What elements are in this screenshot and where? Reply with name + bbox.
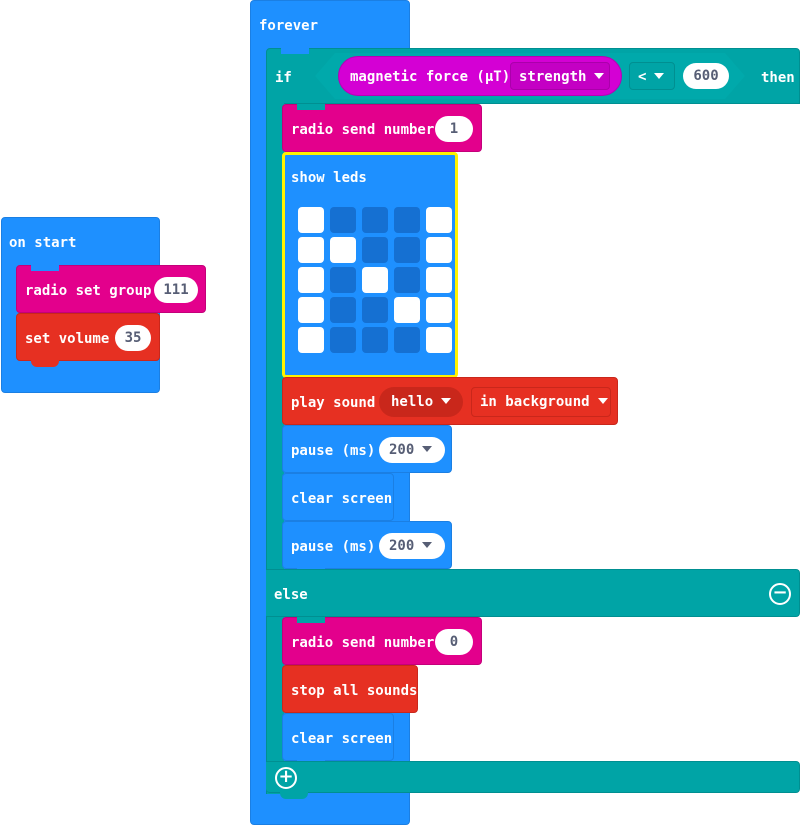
play-sound-label: play sound [291, 395, 376, 411]
chevron-down-icon [597, 398, 608, 404]
radio-group-value[interactable]: 111 [154, 277, 198, 303]
led-cell[interactable] [362, 267, 388, 293]
sound-dropdown[interactable]: hello [379, 387, 463, 417]
led-cell[interactable] [298, 267, 324, 293]
led-cell[interactable] [426, 327, 452, 353]
led-cell[interactable] [426, 267, 452, 293]
magnetic-force-label: magnetic force (µT) [350, 69, 511, 85]
if-bottom-bar[interactable]: + [266, 761, 800, 799]
operator-value: < [638, 69, 647, 85]
chevron-down-icon [441, 398, 452, 404]
radio-send-label: radio send number [291, 122, 435, 138]
radio-set-group-block[interactable]: radio set group 111 [16, 265, 206, 313]
if-label: if [275, 70, 292, 86]
led-cell[interactable] [298, 327, 324, 353]
radio-send-number-block[interactable]: radio send number 1 [282, 104, 482, 152]
then-label: then [761, 70, 795, 86]
led-grid[interactable] [298, 207, 454, 355]
led-cell[interactable] [330, 207, 356, 233]
volume-value[interactable]: 35 [115, 325, 151, 351]
clear-screen-label: clear screen [291, 491, 393, 507]
chevron-down-icon [422, 446, 433, 452]
led-cell[interactable] [362, 237, 388, 263]
led-cell[interactable] [362, 327, 388, 353]
magnetic-force-block[interactable]: magnetic force (µT) strength [338, 56, 622, 96]
forever-label: forever [259, 18, 319, 34]
led-cell[interactable] [330, 327, 356, 353]
show-leds-label: show leds [291, 170, 367, 186]
on-start-label: on start [9, 235, 77, 251]
led-cell[interactable] [426, 237, 452, 263]
radio-send-value[interactable]: 1 [435, 116, 473, 142]
show-leds-block[interactable]: show leds [282, 152, 458, 378]
led-cell[interactable] [394, 237, 420, 263]
else-bar[interactable]: else − [266, 569, 800, 617]
led-cell[interactable] [362, 297, 388, 323]
clear-screen-label-else: clear screen [291, 731, 393, 747]
led-cell[interactable] [394, 327, 420, 353]
led-cell[interactable] [426, 297, 452, 323]
play-mode-dropdown[interactable]: in background [471, 387, 611, 417]
pause-value-text-1: 200 [389, 442, 415, 458]
pause-block-2[interactable]: pause (ms) 200 [282, 521, 452, 575]
pause-value-2[interactable]: 200 [379, 533, 445, 559]
chevron-down-icon [422, 542, 433, 548]
led-cell[interactable] [298, 297, 324, 323]
add-else-if-icon[interactable]: + [275, 767, 297, 789]
radio-set-group-label: radio set group [25, 283, 152, 299]
set-volume-block[interactable]: set volume 35 [16, 313, 160, 367]
led-cell[interactable] [426, 207, 452, 233]
led-cell[interactable] [330, 237, 356, 263]
stop-sounds-label: stop all sounds [291, 683, 418, 699]
pause-block-1[interactable]: pause (ms) 200 [282, 425, 452, 473]
else-label: else [274, 587, 308, 603]
radio-send-label-else: radio send number [291, 635, 435, 651]
pause-value-text-2: 200 [389, 538, 415, 554]
axis-dropdown[interactable]: strength [510, 62, 610, 90]
led-cell[interactable] [394, 297, 420, 323]
sound-dropdown-value: hello [391, 394, 434, 410]
led-cell[interactable] [330, 267, 356, 293]
led-cell[interactable] [330, 297, 356, 323]
led-cell[interactable] [298, 237, 324, 263]
pause-label-2: pause (ms) [291, 539, 376, 555]
operator-dropdown[interactable]: < [629, 62, 675, 90]
led-cell[interactable] [362, 207, 388, 233]
chevron-down-icon [654, 73, 665, 79]
play-sound-block[interactable]: play sound hello in background [282, 377, 618, 425]
remove-else-icon[interactable]: − [769, 583, 791, 605]
pause-label-1: pause (ms) [291, 443, 376, 459]
clear-screen-block-else[interactable]: clear screen [282, 713, 394, 767]
set-volume-label: set volume [25, 331, 110, 347]
stop-all-sounds-block[interactable]: stop all sounds [282, 665, 418, 713]
led-cell[interactable] [394, 207, 420, 233]
led-cell[interactable] [394, 267, 420, 293]
clear-screen-block[interactable]: clear screen [282, 473, 394, 521]
pause-value-1[interactable]: 200 [379, 437, 445, 463]
axis-dropdown-value: strength [519, 69, 587, 85]
radio-send-number-block-else[interactable]: radio send number 0 [282, 617, 482, 665]
led-cell[interactable] [298, 207, 324, 233]
play-mode-value: in background [480, 394, 590, 410]
radio-send-value-else[interactable]: 0 [435, 629, 473, 655]
threshold-value[interactable]: 600 [683, 63, 729, 89]
chevron-down-icon [594, 73, 605, 79]
